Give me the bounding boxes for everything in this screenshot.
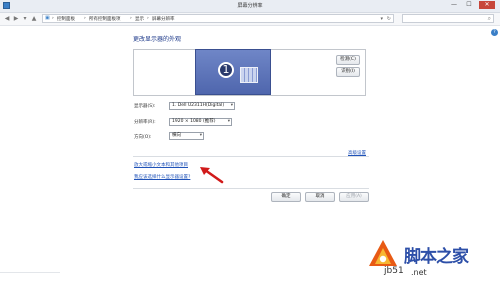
orientation-label: 方向(O): xyxy=(134,135,152,140)
resolution-select-value: 1920 × 1080 (推荐) xyxy=(172,119,216,124)
breadcrumb-sep: › xyxy=(52,16,54,21)
resolution-label: 分辨率(R): xyxy=(134,120,156,125)
chevron-down-icon: ▾ xyxy=(227,119,230,124)
search-input[interactable]: ⌕ xyxy=(402,14,494,23)
identify-button[interactable]: 识别(I) xyxy=(336,67,360,77)
breadcrumb-control-panel[interactable]: 控制面板 xyxy=(57,16,75,22)
window-title: 屏幕分辨率 xyxy=(237,3,263,9)
section-divider xyxy=(133,156,369,157)
apply-button[interactable]: 应用(A) xyxy=(339,192,369,202)
title-bar: 屏幕分辨率 — ☐ ✕ xyxy=(0,0,500,13)
footer-divider xyxy=(133,188,369,189)
chevron-down-icon: ▾ xyxy=(230,103,233,108)
breadcrumb-display[interactable]: 显示 xyxy=(135,16,144,22)
red-arrow-icon xyxy=(200,167,224,184)
help-settings-link[interactable]: 我应该选择什么显示器设置? xyxy=(134,174,190,180)
watermark-brand: 脚本之家 xyxy=(404,247,469,267)
up-arrow-icon[interactable]: ▲ xyxy=(30,15,38,23)
help-icon[interactable]: ? xyxy=(491,29,498,36)
display-select[interactable]: 1. Dell U2311H(Digital) ▾ xyxy=(169,102,235,110)
breadcrumb-resolution[interactable]: 屏幕分辨率 xyxy=(152,16,175,22)
display-select-value: 1. Dell U2311H(Digital) xyxy=(172,103,225,108)
address-dropdown-icon[interactable]: ▾ xyxy=(380,15,383,23)
orientation-select-value: 横向 xyxy=(172,133,181,138)
history-chevron-icon[interactable]: ▾ xyxy=(21,15,29,23)
breadcrumb-sep: › xyxy=(130,16,132,21)
page-title: 更改显示器的外观 xyxy=(133,36,182,43)
search-icon: ⌕ xyxy=(487,15,491,22)
minimize-button[interactable]: — xyxy=(447,1,461,9)
monitor-grid-icon xyxy=(240,67,258,83)
maximize-button[interactable]: ☐ xyxy=(462,1,476,9)
sidebar-divider xyxy=(0,272,60,273)
breadcrumb-sep: › xyxy=(84,16,86,21)
text-size-link[interactable]: 放大或缩小文本和其他项目 xyxy=(134,162,188,168)
control-panel-icon: ▣ xyxy=(45,15,50,21)
watermark-site-a: jb51 xyxy=(384,266,404,276)
breadcrumb-all-items[interactable]: 所有控制面板项 xyxy=(89,16,121,22)
address-bar[interactable]: ▣ › 控制面板 › 所有控制面板项 › 显示 › 屏幕分辨率 ▾ ↻ xyxy=(42,14,394,23)
refresh-icon[interactable]: ↻ xyxy=(387,15,391,23)
display-label: 显示器(S): xyxy=(134,104,156,109)
back-arrow-icon[interactable]: ◀ xyxy=(3,15,11,23)
cancel-button[interactable]: 取消 xyxy=(305,192,335,202)
navigation-bar: ◀ ▶ ▾ ▲ ▣ › 控制面板 › 所有控制面板项 › 显示 › 屏幕分辨率 … xyxy=(0,13,500,26)
close-button[interactable]: ✕ xyxy=(479,1,495,9)
resolution-select[interactable]: 1920 × 1080 (推荐) ▾ xyxy=(169,118,232,126)
detect-button[interactable]: 检测(C) xyxy=(336,55,360,65)
watermark-site-b: .net xyxy=(411,268,427,277)
forward-arrow-icon[interactable]: ▶ xyxy=(12,15,20,23)
monitor-number-badge: 1 xyxy=(218,62,234,78)
ok-button[interactable]: 确定 xyxy=(271,192,301,202)
chevron-down-icon: ▾ xyxy=(199,133,202,138)
orientation-select[interactable]: 横向 ▾ xyxy=(169,132,204,140)
breadcrumb-sep: › xyxy=(147,16,149,21)
